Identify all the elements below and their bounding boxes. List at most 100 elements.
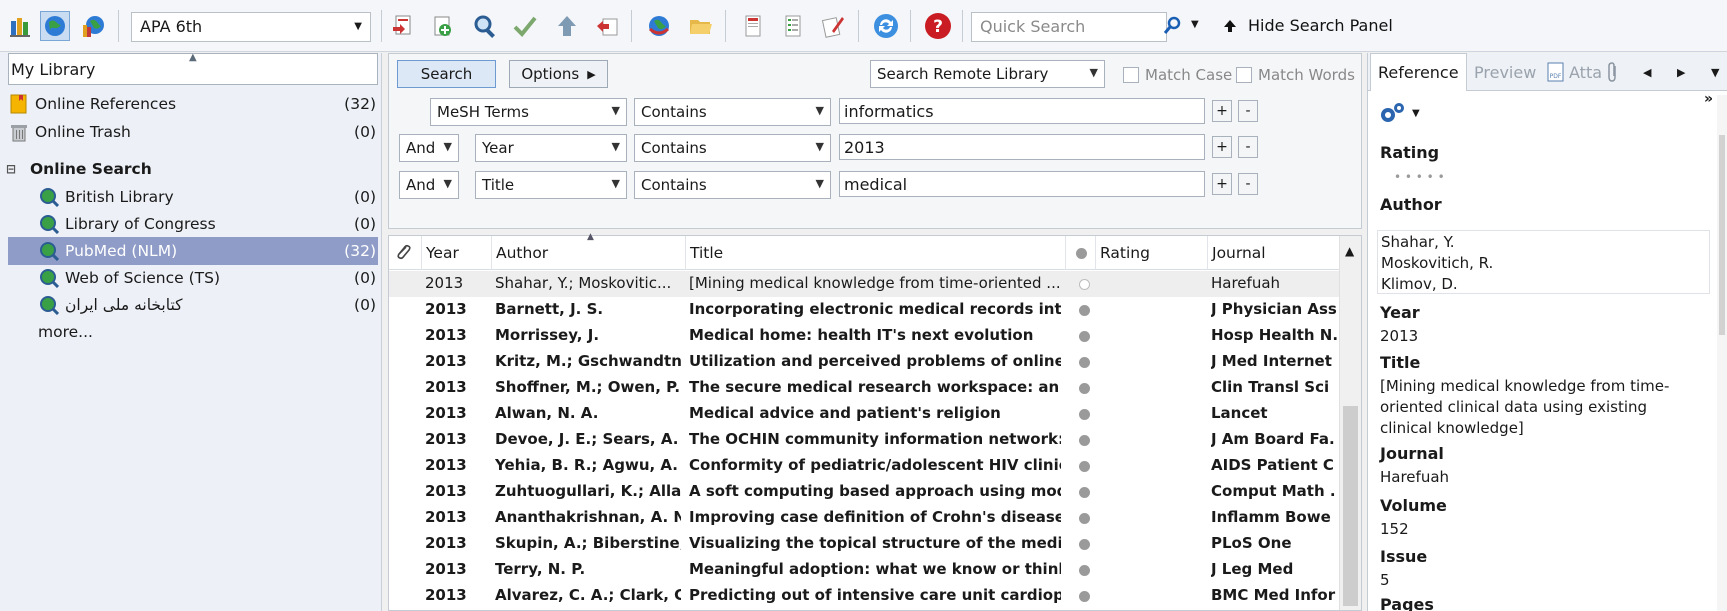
search-field-select-2[interactable]: Year ▼: [475, 134, 627, 162]
search-source-pubmed[interactable]: PubMed (NLM) (32): [8, 237, 378, 265]
gear-menu-button[interactable]: ▼: [1378, 100, 1420, 126]
read-status-dot-icon[interactable]: [1079, 591, 1090, 602]
read-status-dot-icon[interactable]: [1079, 565, 1090, 576]
search-operator-select-2[interactable]: Contains ▼: [634, 134, 831, 162]
online-library-icon[interactable]: [40, 11, 70, 41]
read-status-dot-icon[interactable]: [1079, 383, 1090, 394]
match-words-checkbox[interactable]: Match Words: [1236, 66, 1355, 84]
search-remote-library-select[interactable]: Search Remote Library ▼: [870, 60, 1105, 88]
new-reference-icon[interactable]: [428, 11, 458, 41]
search-icon[interactable]: [1163, 16, 1183, 40]
scrollbar-thumb[interactable]: [1719, 135, 1725, 335]
checkbox-box[interactable]: [1123, 67, 1139, 83]
find-full-text-icon[interactable]: [470, 11, 500, 41]
table-row[interactable]: 2013 Ananthakrishnan, A. N... Improving ca…: [389, 505, 1339, 531]
list-document-icon[interactable]: [778, 11, 808, 41]
online-search-globe-icon[interactable]: [644, 11, 674, 41]
options-button[interactable]: Options ▶: [509, 60, 608, 88]
read-status-dot-icon[interactable]: [1079, 409, 1090, 420]
rating-column-header[interactable]: Rating: [1095, 236, 1207, 270]
search-source-british-library[interactable]: British Library (0): [8, 183, 378, 211]
read-status-dot-icon[interactable]: [1079, 305, 1090, 316]
group-online-search-header[interactable]: ⊟ Online Search: [6, 155, 378, 183]
read-status-dot-icon[interactable]: [1079, 331, 1090, 342]
read-status-dot-icon[interactable]: [1079, 539, 1090, 550]
group-online-trash[interactable]: Online Trash (0): [8, 118, 378, 146]
reply-icon[interactable]: [592, 11, 622, 41]
table-row[interactable]: 2013 Shahar, Y.; Moskovitic... [Mining med…: [389, 271, 1339, 297]
year-column-header[interactable]: Year: [421, 236, 491, 270]
more-sources-link[interactable]: more...: [8, 318, 378, 346]
integrated-library-icon[interactable]: [78, 11, 108, 41]
local-library-icon[interactable]: [6, 11, 36, 41]
search-field-select-1[interactable]: MeSH Terms ▼: [430, 98, 627, 126]
read-status-dot-icon[interactable]: [1079, 279, 1090, 290]
author-field[interactable]: Shahar, Y. Moskovitich, R. Klimov, D.: [1377, 230, 1710, 294]
read-status-dot-icon[interactable]: [1079, 357, 1090, 368]
table-vertical-scrollbar[interactable]: ▲: [1339, 236, 1361, 610]
remove-row-button[interactable]: -: [1238, 100, 1258, 122]
library-header[interactable]: My Library ▲: [8, 52, 378, 85]
chevron-right-icon[interactable]: ▶: [1670, 53, 1692, 91]
upload-icon[interactable]: [552, 11, 582, 41]
detail-vertical-scrollbar[interactable]: [1717, 95, 1727, 611]
hide-search-panel-button[interactable]: Hide Search Panel: [1222, 16, 1393, 35]
boolean-select-2[interactable]: And ▼: [399, 134, 459, 162]
chevron-up-icon[interactable]: ▲: [1345, 244, 1354, 258]
collapse-icon[interactable]: ⊟: [6, 162, 16, 176]
copy-to-local-icon[interactable]: [388, 11, 418, 41]
search-field-select-3[interactable]: Title ▼: [475, 171, 627, 199]
sync-icon[interactable]: [871, 11, 901, 41]
search-button[interactable]: Search: [397, 60, 496, 88]
paperclip-icon[interactable]: [1598, 53, 1626, 91]
search-term-input-1[interactable]: informatics: [839, 98, 1205, 124]
table-row[interactable]: 2013 Alvarez, C. A.; Clark, C.... Predicti…: [389, 583, 1339, 609]
table-row[interactable]: 2013 Devoe, J. E.; Sears, A. The OCHIN com…: [389, 427, 1339, 453]
attachment-column-header[interactable]: [389, 236, 421, 270]
add-row-button[interactable]: +: [1212, 136, 1232, 158]
search-source-web-of-science[interactable]: Web of Science (TS) (0): [8, 264, 378, 292]
expand-icon[interactable]: »: [1704, 91, 1713, 107]
journal-column-header[interactable]: Journal: [1207, 236, 1339, 270]
group-online-references[interactable]: Online References (32): [8, 90, 378, 118]
table-row[interactable]: 2013 Yehia, B. R.; Agwu, A. ... Conformity…: [389, 453, 1339, 479]
remove-row-button[interactable]: -: [1238, 173, 1258, 195]
tab-reference[interactable]: Reference: [1370, 53, 1467, 91]
quick-search-input[interactable]: Quick Search: [971, 12, 1167, 42]
table-row[interactable]: 2013 Morrissey, J. Medical home: health IT…: [389, 323, 1339, 349]
chevron-down-icon[interactable]: ▼: [1191, 19, 1199, 30]
remove-row-button[interactable]: -: [1238, 136, 1258, 158]
table-row[interactable]: 2013 Barnett, J. S. Incorporating electron…: [389, 297, 1339, 323]
title-column-header[interactable]: Title: [685, 236, 1065, 270]
rating-stars[interactable]: • • • • •: [1380, 167, 1700, 188]
read-status-dot-icon[interactable]: [1079, 435, 1090, 446]
read-status-column-header[interactable]: [1065, 236, 1095, 270]
add-row-button[interactable]: +: [1212, 100, 1232, 122]
check-icon[interactable]: [510, 11, 540, 41]
read-status-dot-icon[interactable]: [1079, 461, 1090, 472]
search-term-input-3[interactable]: medical: [839, 171, 1205, 197]
table-row[interactable]: 2013 Terry, N. P. Meaningful adoption: wha…: [389, 557, 1339, 583]
help-icon[interactable]: ?: [923, 11, 953, 41]
checkbox-box[interactable]: [1236, 67, 1252, 83]
add-row-button[interactable]: +: [1212, 173, 1232, 195]
chevron-down-icon[interactable]: ▼: [1704, 53, 1726, 91]
search-operator-select-1[interactable]: Contains ▼: [634, 98, 831, 126]
edit-document-icon[interactable]: [818, 11, 848, 41]
search-source-iran-national-library[interactable]: کتابخانه ملی ایران (0): [8, 291, 378, 319]
document-icon[interactable]: [738, 11, 768, 41]
scrollbar-thumb[interactable]: [1343, 406, 1358, 606]
open-folder-icon[interactable]: [686, 11, 716, 41]
match-case-checkbox[interactable]: Match Case: [1123, 66, 1232, 84]
table-row[interactable]: 2013 Zuhtuogullari, K.; Alla... A soft com…: [389, 479, 1339, 505]
read-status-dot-icon[interactable]: [1079, 513, 1090, 524]
search-operator-select-3[interactable]: Contains ▼: [634, 171, 831, 199]
chevron-left-icon[interactable]: ◀: [1636, 53, 1658, 91]
boolean-select-3[interactable]: And ▼: [399, 171, 459, 199]
table-row[interactable]: 2013 Skupin, A.; Biberstine,... Visualizin…: [389, 531, 1339, 557]
output-style-select[interactable]: APA 6th ▼: [131, 12, 371, 42]
search-source-library-of-congress[interactable]: Library of Congress (0): [8, 210, 378, 238]
tab-preview[interactable]: Preview: [1467, 53, 1543, 91]
search-term-input-2[interactable]: 2013: [839, 134, 1205, 160]
table-row[interactable]: 2013 Shoffner, M.; Owen, P.... The secure …: [389, 375, 1339, 401]
